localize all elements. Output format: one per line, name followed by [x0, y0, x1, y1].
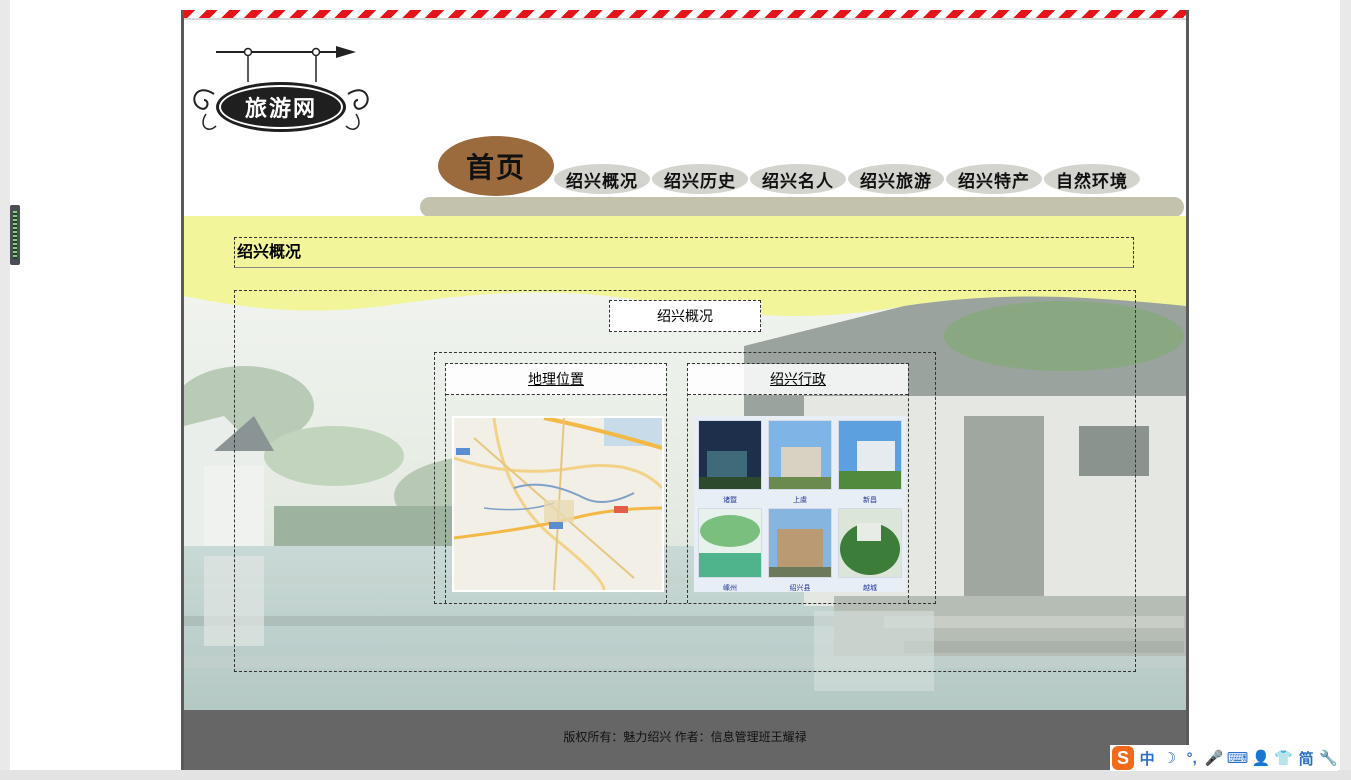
- district-photo: [698, 508, 762, 578]
- district-caption: 嵊州: [723, 585, 737, 592]
- moon-icon[interactable]: ☽: [1160, 747, 1178, 769]
- content-subtitle: 绍兴概况: [609, 300, 761, 332]
- map-image[interactable]: [452, 416, 664, 592]
- district-photo: [698, 420, 762, 490]
- nav-underbar: [420, 197, 1184, 217]
- administration-link[interactable]: 绍兴行政: [688, 364, 908, 395]
- geography-link[interactable]: 地理位置: [446, 364, 666, 395]
- district-caption: 诸暨: [723, 497, 737, 504]
- right-panel: [1340, 0, 1351, 780]
- map-graphic: [454, 418, 662, 590]
- district-thumb[interactable]: 越城: [838, 508, 902, 592]
- chinese-mode-button[interactable]: 中: [1138, 747, 1156, 769]
- user-icon[interactable]: 👤: [1252, 747, 1271, 769]
- site-logo[interactable]: 旅游网: [186, 42, 376, 142]
- content-area: 绍兴概况 绍兴概况 地理位置 绍兴行政 诸暨 上虞 新昌 嵊州 绍兴县 越城: [184, 216, 1186, 710]
- side-handle[interactable]: [10, 205, 20, 265]
- section-title: 绍兴概况: [234, 237, 1134, 268]
- keyboard-icon[interactable]: ⌨: [1227, 747, 1249, 769]
- districts-panel[interactable]: 诸暨 上虞 新昌 嵊州 绍兴县 越城: [694, 416, 906, 592]
- district-thumb[interactable]: 上虞: [768, 420, 832, 504]
- district-thumb[interactable]: 嵊州: [698, 508, 762, 592]
- main-content-box: 绍兴概况 地理位置 绍兴行政 诸暨 上虞 新昌 嵊州 绍兴县 越城: [234, 290, 1136, 672]
- top-divider: [184, 18, 1186, 20]
- grip-icon: [13, 211, 17, 259]
- nav-item-environment[interactable]: 自然环境: [1044, 164, 1140, 194]
- district-caption: 新昌: [863, 497, 877, 504]
- left-panel: [0, 0, 10, 780]
- sogou-logo-icon[interactable]: S: [1112, 746, 1134, 770]
- district-thumb[interactable]: 绍兴县: [768, 508, 832, 592]
- district-photo: [768, 420, 832, 490]
- skin-icon[interactable]: 👕: [1274, 747, 1293, 769]
- info-grid: 地理位置 绍兴行政 诸暨 上虞 新昌 嵊州 绍兴县 越城: [434, 352, 936, 604]
- district-caption: 越城: [863, 585, 877, 592]
- district-thumb[interactable]: 新昌: [838, 420, 902, 504]
- administration-column: 绍兴行政 诸暨 上虞 新昌 嵊州 绍兴县 越城: [687, 363, 909, 603]
- district-photo: [838, 420, 902, 490]
- microphone-icon[interactable]: 🎤: [1205, 747, 1224, 769]
- district-caption: 上虞: [793, 497, 807, 504]
- district-photo: [768, 508, 832, 578]
- bottom-strip: [0, 770, 1351, 780]
- settings-wrench-icon[interactable]: 🔧: [1319, 747, 1338, 769]
- nav-item-tourism[interactable]: 绍兴旅游: [848, 164, 944, 194]
- nav-home[interactable]: 首页: [438, 136, 554, 196]
- page-container: 旅游网 首页 绍兴概况 绍兴历史 绍兴名人 绍兴旅游 绍兴特产 自然环境 绍兴概…: [181, 10, 1189, 770]
- nav-item-history[interactable]: 绍兴历史: [652, 164, 748, 194]
- district-photo: [838, 508, 902, 578]
- footer: 版权所有：魅力绍兴 作者：信息管理班王耀禄: [184, 710, 1186, 770]
- simplified-mode-button[interactable]: 简: [1297, 747, 1315, 769]
- ime-toolbar: S 中 ☽ °, 🎤 ⌨ 👤 👕 简 🔧: [1110, 745, 1338, 771]
- nav-item-overview[interactable]: 绍兴概况: [554, 164, 650, 194]
- punctuation-icon[interactable]: °,: [1183, 747, 1201, 769]
- logo-text: 旅游网: [216, 82, 346, 132]
- geography-column: 地理位置: [445, 363, 667, 603]
- nav-item-specialties[interactable]: 绍兴特产: [946, 164, 1042, 194]
- nav-item-celebrities[interactable]: 绍兴名人: [750, 164, 846, 194]
- top-stripe: [184, 10, 1186, 18]
- district-thumb[interactable]: 诸暨: [698, 420, 762, 504]
- district-caption: 绍兴县: [789, 585, 811, 592]
